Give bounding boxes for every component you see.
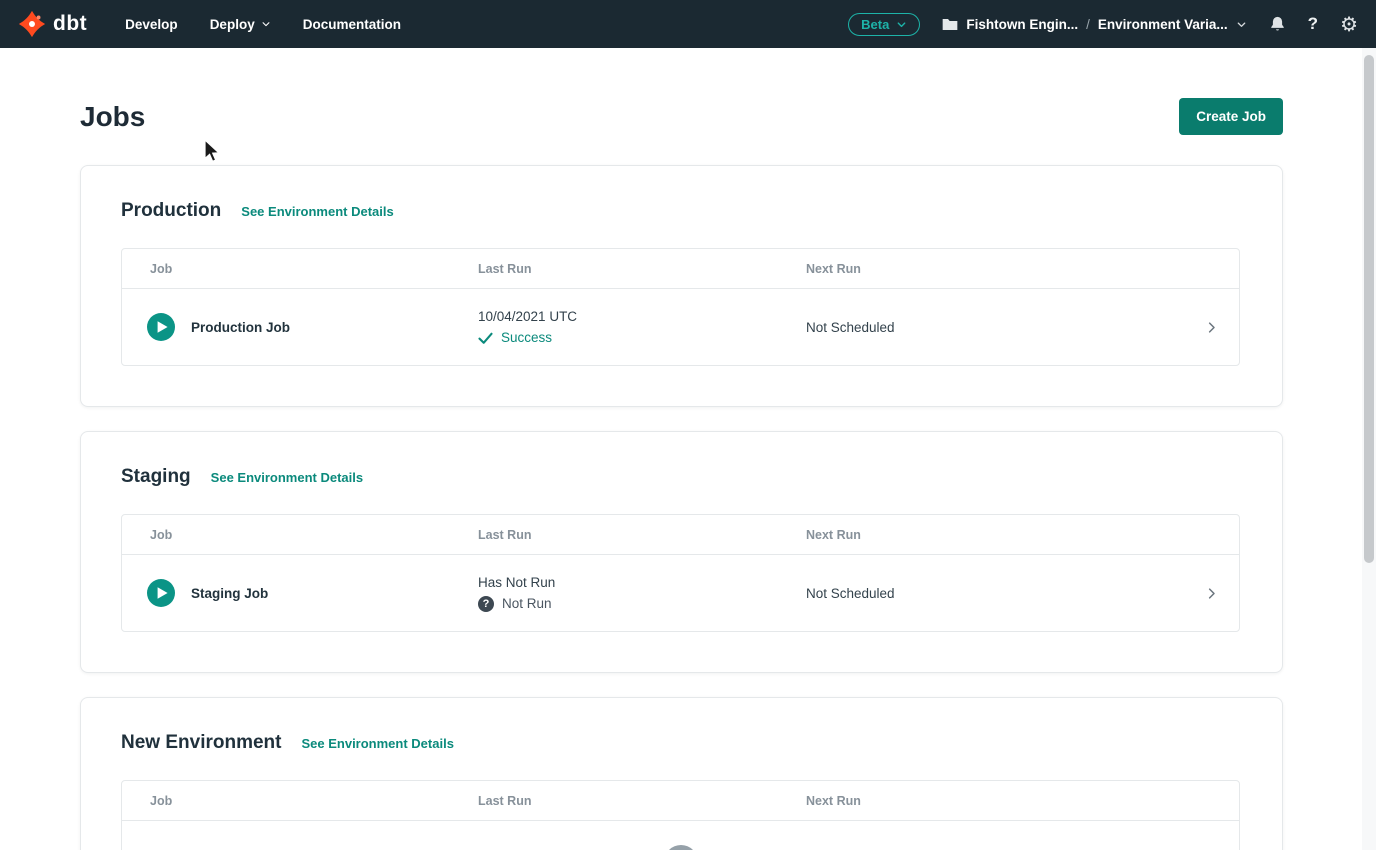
- settings-button[interactable]: ⚙: [1340, 14, 1358, 34]
- environment-card-production: Production See Environment Details Job L…: [80, 165, 1283, 407]
- gear-icon: ⚙: [1340, 14, 1358, 34]
- environment-card-header: Production See Environment Details: [121, 200, 1240, 222]
- job-name: Staging Job: [191, 586, 268, 601]
- column-header-next-run: Next Run: [778, 794, 1183, 808]
- environment-name: Production: [121, 200, 221, 222]
- status-line: Success: [478, 330, 778, 345]
- see-environment-details-link[interactable]: See Environment Details: [301, 736, 453, 751]
- jobs-table-header: Job Last Run Next Run: [122, 249, 1239, 289]
- last-run-date: 10/04/2021 UTC: [478, 309, 778, 324]
- last-run-cell: Has Not Run ? Not Run: [450, 575, 778, 612]
- run-play-button[interactable]: [146, 578, 176, 608]
- top-nav: Develop Deploy Documentation: [125, 17, 401, 32]
- status-line: ? Not Run: [478, 596, 778, 612]
- column-header-last-run: Last Run: [450, 528, 778, 542]
- jobs-table: Job Last Run Next Run Staging Job Has No…: [121, 514, 1240, 632]
- column-header-last-run: Last Run: [450, 262, 778, 276]
- cursor-arrow-icon: [204, 139, 222, 165]
- chevron-down-icon: [261, 19, 271, 29]
- job-cell: Production Job: [122, 312, 450, 342]
- see-environment-details-link[interactable]: See Environment Details: [241, 204, 393, 219]
- last-run-date: Has Not Run: [478, 575, 778, 590]
- nav-deploy[interactable]: Deploy: [210, 17, 271, 32]
- table-row[interactable]: Staging Job Has Not Run ? Not Run Not Sc…: [122, 555, 1239, 631]
- breadcrumb-project: Fishtown Engin...: [966, 17, 1078, 32]
- breadcrumb-separator: /: [1086, 17, 1090, 32]
- table-row[interactable]: Production Job 10/04/2021 UTC Success No…: [122, 289, 1239, 365]
- column-header-job: Job: [122, 528, 450, 542]
- job-cell: Staging Job: [122, 578, 450, 608]
- jobs-table-header: Job Last Run Next Run: [122, 515, 1239, 555]
- topbar-right: Beta Fishtown Engin... / Environment Var…: [848, 13, 1358, 36]
- environment-card-header: New Environment See Environment Details: [121, 732, 1240, 754]
- status-badge: Success: [501, 330, 552, 345]
- last-run-cell: 10/04/2021 UTC Success: [450, 309, 778, 345]
- create-job-button[interactable]: Create Job: [1179, 98, 1283, 135]
- column-header-next-run: Next Run: [778, 528, 1183, 542]
- job-details-chevron[interactable]: [1183, 320, 1239, 335]
- dbt-logo-text: dbt: [53, 12, 87, 36]
- jobs-table-header: Job Last Run Next Run: [122, 781, 1239, 821]
- job-details-chevron[interactable]: [1183, 586, 1239, 601]
- nav-documentation-label: Documentation: [303, 17, 401, 32]
- job-name: Production Job: [191, 320, 290, 335]
- question-circle-icon: ?: [664, 845, 698, 850]
- scrollbar-track[interactable]: [1362, 48, 1376, 850]
- jobs-table: Job Last Run Next Run Production Job 10/…: [121, 248, 1240, 366]
- folder-icon: [942, 17, 958, 31]
- nav-documentation[interactable]: Documentation: [303, 17, 401, 32]
- environment-card-header: Staging See Environment Details: [121, 466, 1240, 488]
- beta-badge[interactable]: Beta: [848, 13, 920, 36]
- column-header-job: Job: [122, 794, 450, 808]
- help-button[interactable]: ?: [1308, 14, 1318, 34]
- breadcrumb[interactable]: Fishtown Engin... / Environment Varia...: [942, 17, 1246, 32]
- dbt-logo-icon: [18, 10, 46, 38]
- empty-jobs-state: ?: [122, 821, 1239, 850]
- column-header-job: Job: [122, 262, 450, 276]
- next-run-cell: Not Scheduled: [778, 320, 1183, 335]
- chevron-right-icon: [1204, 320, 1219, 335]
- page-title: Jobs: [80, 101, 145, 133]
- help-icon: ?: [1308, 14, 1318, 34]
- check-icon: [478, 332, 493, 344]
- run-play-button[interactable]: [146, 312, 176, 342]
- status-badge: Not Run: [502, 596, 552, 611]
- environment-card-staging: Staging See Environment Details Job Last…: [80, 431, 1283, 673]
- environments-list: Production See Environment Details Job L…: [80, 165, 1283, 850]
- nav-develop[interactable]: Develop: [125, 17, 178, 32]
- environment-name: Staging: [121, 466, 191, 488]
- environment-name: New Environment: [121, 732, 281, 754]
- jobs-table: Job Last Run Next Run ?: [121, 780, 1240, 850]
- see-environment-details-link[interactable]: See Environment Details: [211, 470, 363, 485]
- chevron-down-icon: [896, 19, 907, 30]
- bell-icon: [1269, 15, 1286, 33]
- question-circle-icon: ?: [478, 596, 494, 612]
- notifications-button[interactable]: [1269, 15, 1286, 33]
- chevron-right-icon: [1204, 586, 1219, 601]
- topbar: dbt Develop Deploy Documentation Beta Fi…: [0, 0, 1376, 48]
- next-run-cell: Not Scheduled: [778, 586, 1183, 601]
- nav-deploy-label: Deploy: [210, 17, 255, 32]
- chevron-down-icon: [1236, 19, 1247, 30]
- environment-card-new-environment: New Environment See Environment Details …: [80, 697, 1283, 850]
- scrollbar-thumb[interactable]: [1364, 55, 1374, 563]
- beta-label: Beta: [861, 17, 889, 32]
- breadcrumb-page: Environment Varia...: [1098, 17, 1228, 32]
- page-header: Jobs Create Job: [80, 98, 1283, 135]
- column-header-last-run: Last Run: [450, 794, 778, 808]
- column-header-next-run: Next Run: [778, 262, 1183, 276]
- dbt-logo[interactable]: dbt: [18, 10, 87, 38]
- nav-develop-label: Develop: [125, 17, 178, 32]
